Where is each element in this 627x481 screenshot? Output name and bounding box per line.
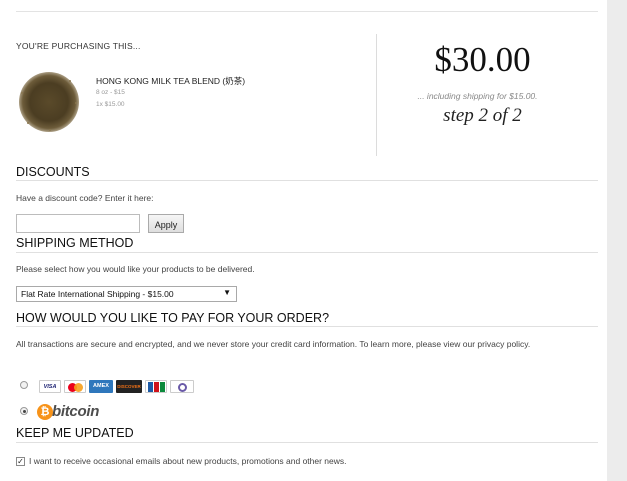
bitcoin-radio[interactable] [20, 407, 28, 415]
payment-rule [16, 326, 598, 327]
apply-discount-button[interactable]: Apply [148, 214, 184, 233]
diners-club-icon [170, 380, 194, 393]
shipping-title: SHIPPING METHOD [16, 236, 134, 250]
jcb-icon [145, 380, 167, 393]
summary-divider [376, 34, 377, 156]
payment-security-note: All transactions are secure and encrypte… [16, 339, 531, 349]
updates-title: KEEP ME UPDATED [16, 426, 134, 440]
mastercard-icon [64, 380, 86, 393]
product-name: HONG KONG MILK TEA BLEND (奶茶) [96, 76, 246, 86]
newsletter-checkbox[interactable]: ✓ [16, 457, 25, 466]
shipping-rule [16, 252, 598, 253]
step-indicator: step 2 of 2 [443, 105, 522, 126]
discover-icon: DISCOVER [116, 380, 142, 393]
bitcoin-label: bitcoin [52, 403, 100, 420]
shipping-selected-value: Flat Rate International Shipping - $15.0… [21, 289, 174, 299]
top-divider [16, 11, 598, 12]
amex-icon: AMEX [89, 380, 113, 393]
shipping-note: ... including shipping for $15.00. [417, 91, 538, 101]
dropdown-arrow-icon: ▼ [223, 288, 231, 297]
discounts-rule [16, 180, 598, 181]
purchasing-heading: YOU'RE PURCHASING THIS... [16, 41, 141, 51]
discount-prompt: Have a discount code? Enter it here: [16, 193, 154, 203]
product-variant: 8 oz - $15 [96, 89, 125, 96]
discount-code-input[interactable] [16, 214, 140, 233]
shipping-method-select[interactable]: Flat Rate International Shipping - $15.0… [16, 286, 237, 302]
product-quantity: 1x $15.00 [96, 101, 125, 108]
product-image [19, 72, 79, 132]
credit-card-radio[interactable] [20, 381, 28, 389]
payment-title: HOW WOULD YOU LIKE TO PAY FOR YOUR ORDER… [16, 311, 330, 325]
shipping-prompt: Please select how you would like your pr… [16, 264, 255, 274]
checkout-panel: YOU'RE PURCHASING THIS... HONG KONG MILK… [0, 0, 607, 481]
visa-icon: VISA [39, 380, 61, 393]
updates-rule [16, 442, 598, 443]
bitcoin-icon: ₿ [37, 404, 53, 420]
newsletter-label: I want to receive occasional emails abou… [29, 456, 347, 466]
order-total: $30.00 [434, 40, 531, 79]
discounts-title: DISCOUNTS [16, 165, 90, 179]
